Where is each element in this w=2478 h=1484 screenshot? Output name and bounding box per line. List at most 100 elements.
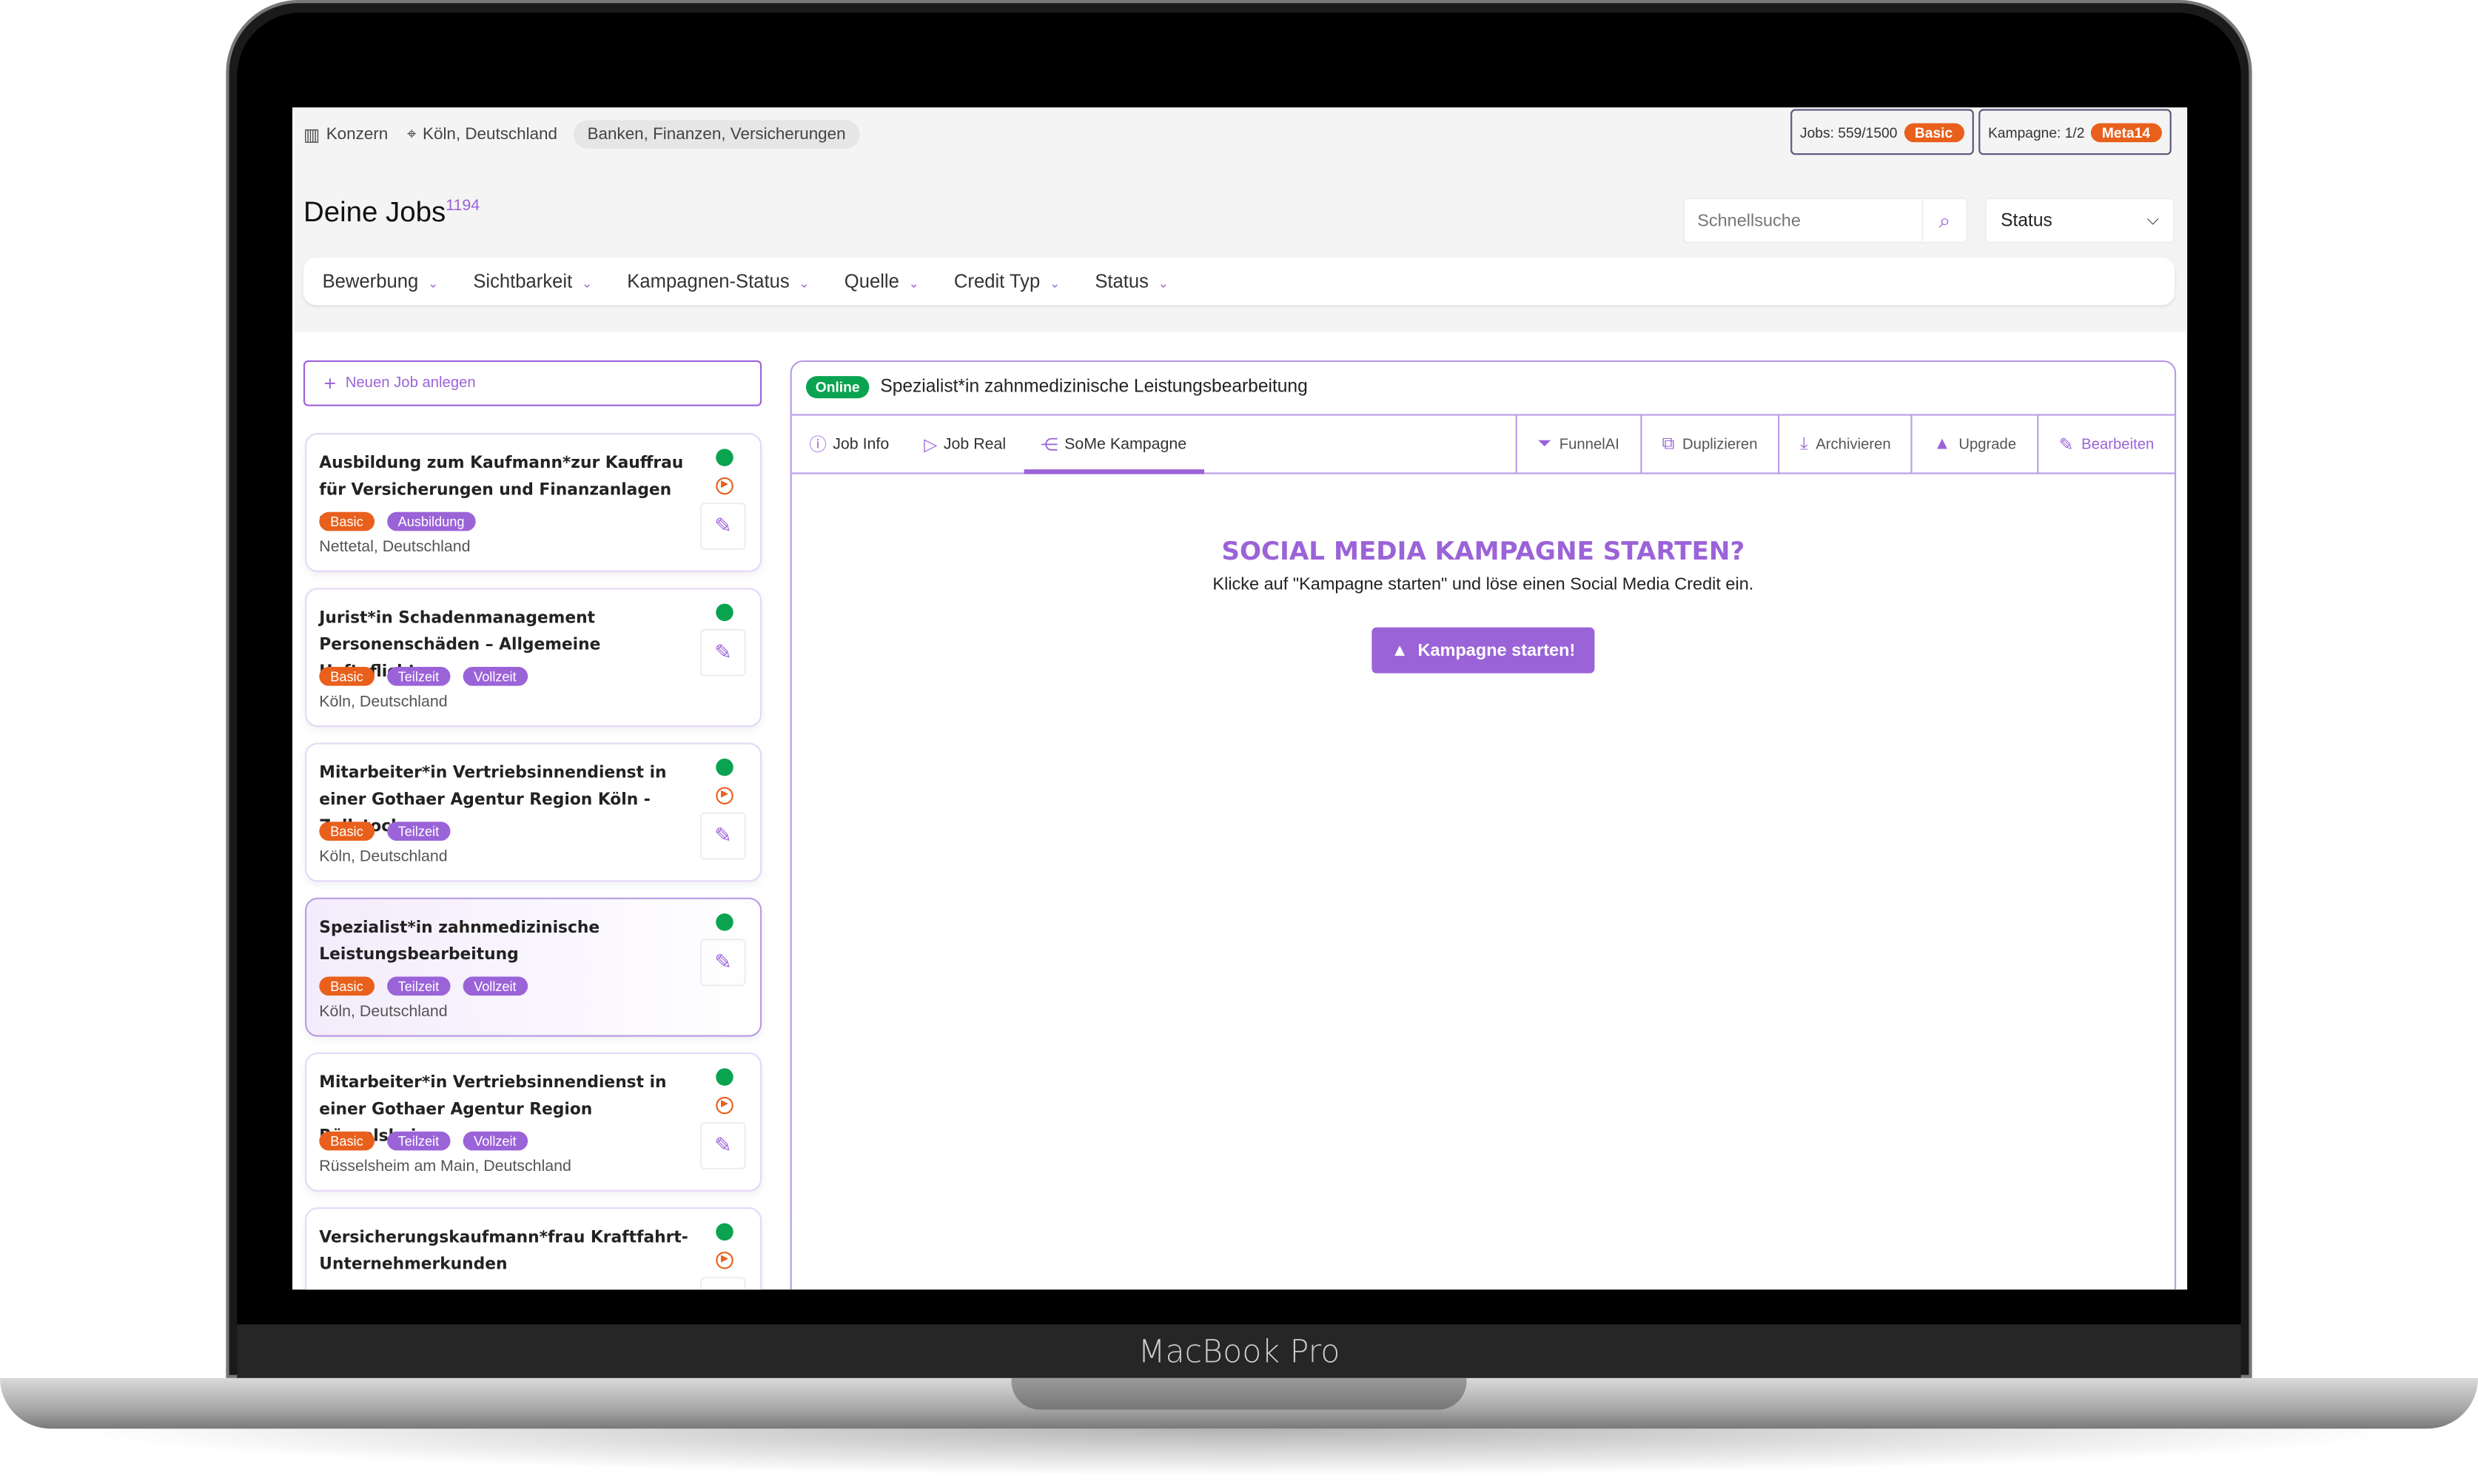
edit-job-button[interactable]: ✎ — [699, 502, 746, 551]
pencil-icon: ✎ — [714, 1288, 731, 1289]
action-label: Duplizieren — [1682, 435, 1758, 453]
job-card[interactable]: Mitarbeiter*in Vertriebsinnendienst in e… — [305, 742, 762, 882]
edit-job-button[interactable]: ✎ — [699, 628, 746, 676]
edit-job-button[interactable]: ✎ — [699, 812, 746, 860]
filter-label: Status — [1095, 270, 1149, 293]
action-label: FunnelAI — [1559, 435, 1619, 453]
pencil-icon: ✎ — [714, 823, 732, 847]
filter-bewerbung[interactable]: Bewerbung ⌄ — [323, 270, 439, 292]
job-location: Köln, Deutschland — [319, 694, 448, 711]
filter-credit-typ[interactable]: Credit Typ ⌄ — [954, 270, 1060, 292]
edit-job-button[interactable]: ✎ — [699, 1121, 746, 1170]
video-icon: ▶ — [716, 1096, 733, 1115]
duplicate-button[interactable]: ⧉ Duplizieren — [1639, 415, 1779, 473]
tab-label: Job Real — [943, 435, 1007, 453]
campaign-empty-state: SOCIAL MEDIA KAMPAGNE STARTEN? Klicke au… — [792, 536, 2175, 674]
chevron-down-icon: ⌄ — [582, 276, 593, 291]
tab-some-kampagne[interactable]: ⋲ SoMe Kampagne — [1023, 416, 1205, 474]
plus-icon: + — [323, 371, 336, 395]
start-campaign-label: Kampagne starten! — [1417, 640, 1576, 660]
campaign-plan-badge: Meta14 — [2090, 122, 2162, 142]
rocket-icon: ▲ — [1933, 434, 1951, 454]
video-icon: ▶ — [716, 787, 733, 805]
job-tag: Basic — [319, 511, 375, 531]
job-location: Köln, Deutschland — [319, 848, 448, 867]
jobs-quota[interactable]: Jobs: 559/1500 Basic — [1790, 109, 1973, 155]
chevron-down-icon: ⌄ — [799, 276, 810, 291]
detail-title: Spezialist*in zahnmedizinische Leistungs… — [880, 377, 1308, 397]
chevron-down-icon: ⌄ — [1050, 276, 1061, 291]
job-location: Nettetal, Deutschland — [319, 539, 471, 557]
start-campaign-button[interactable]: ▲ Kampagne starten! — [1371, 627, 1594, 674]
job-tags: Basic Teilzeit Vollzeit — [319, 1131, 528, 1151]
job-card[interactable]: Jurist*in Schadenmanagement Personenschä… — [305, 588, 762, 728]
search-input[interactable] — [1685, 211, 1922, 230]
online-status-dot — [716, 913, 733, 931]
app-screen: ▥ Konzern ⌖ Köln, Deutschland Banken, Fi… — [292, 107, 2188, 1290]
job-tags: Basic Teilzeit — [319, 822, 451, 841]
chevron-down-icon: ⌄ — [1158, 276, 1169, 291]
detail-tabs: ⓘ Job Info ▷ Job Real ⋲ SoMe Kampagne ⏷ Funn… — [791, 414, 2175, 474]
quick-search: ⌕ — [1682, 197, 1968, 244]
company-type: Konzern — [326, 124, 389, 144]
device-label: MacBook Pro — [1138, 1332, 1340, 1371]
status-select[interactable]: Status ⌵ — [1984, 197, 2175, 244]
job-tag: Vollzeit — [463, 976, 528, 996]
tab-job-info[interactable]: ⓘ Job Info — [792, 416, 907, 473]
campaign-quota-label: Kampagne: 1/2 — [1988, 124, 2085, 140]
info-icon: ⓘ — [809, 436, 827, 455]
edit-job-button[interactable]: ✎ — [699, 1277, 746, 1290]
action-label: Archivieren — [1816, 435, 1891, 453]
new-job-button[interactable]: + Neuen Job anlegen — [303, 360, 762, 406]
online-status-dot — [716, 449, 733, 466]
page-title: Deine Jobs1194 — [303, 196, 480, 229]
tab-label: Job Info — [833, 435, 890, 453]
pencil-icon: ✎ — [714, 639, 732, 664]
status-badge: Online — [805, 376, 870, 399]
page-title-text: Deine Jobs — [303, 195, 446, 228]
filter-quelle[interactable]: Quelle ⌄ — [845, 270, 919, 292]
online-status-dot — [716, 758, 733, 776]
search-icon[interactable]: ⌕ — [1921, 199, 1966, 242]
laptop-notch — [1011, 1377, 1467, 1410]
job-card[interactable]: Mitarbeiter*in Vertriebsinnendienst in e… — [305, 1052, 762, 1192]
filter-sichtbarkeit[interactable]: Sichtbarkeit ⌄ — [473, 270, 592, 292]
chevron-down-icon: ⌵ — [2146, 212, 2159, 229]
job-tag: Basic — [319, 822, 375, 841]
upgrade-button[interactable]: ▲ Upgrade — [1911, 415, 2036, 473]
filter-label: Credit Typ — [953, 270, 1041, 293]
job-tag: Teilzeit — [386, 667, 451, 686]
job-tag: Ausbildung — [386, 511, 476, 531]
job-detail-panel: Online Spezialist*in zahnmedizinische Le… — [790, 360, 2177, 1290]
campaign-quota[interactable]: Kampagne: 1/2 Meta14 — [1978, 109, 2171, 155]
video-icon: ▶ — [716, 477, 733, 495]
company-meta: ▥ Konzern ⌖ Köln, Deutschland Banken, Fi… — [303, 120, 860, 149]
filter-kampagnen-status[interactable]: Kampagnen-Status ⌄ — [627, 270, 809, 292]
video-icon: ▶ — [716, 1252, 733, 1269]
online-status-dot — [716, 603, 733, 622]
filter-bar: Bewerbung ⌄ Sichtbarkeit ⌄ Kampagnen-Status ⌄… — [303, 258, 2175, 306]
tab-label: SoMe Kampagne — [1064, 435, 1187, 453]
filter-status[interactable]: Status ⌄ — [1095, 270, 1169, 292]
job-card[interactable]: Versicherungskaufmann*frau Kraftfahrt-Un… — [305, 1207, 762, 1290]
share-icon: ⋲ — [1041, 435, 1058, 454]
status-select-value: Status — [2001, 211, 2052, 230]
funnelai-button[interactable]: ⏷ FunnelAI — [1515, 415, 1639, 473]
edit-job-button[interactable]: ✎ — [699, 939, 746, 987]
download-icon: ⤓ — [1800, 434, 1808, 453]
campaign-heading: SOCIAL MEDIA KAMPAGNE STARTEN? — [1221, 535, 1745, 566]
filter-label: Kampagnen-Status — [627, 270, 790, 293]
jobs-quota-label: Jobs: 559/1500 — [1799, 124, 1898, 140]
jobs-plan-badge: Basic — [1903, 122, 1964, 142]
job-card[interactable]: Ausbildung zum Kaufmann*zur Kauffrau für… — [305, 433, 762, 572]
edit-button[interactable]: ✎ Bearbeiten — [2036, 415, 2175, 473]
job-tag: Teilzeit — [386, 976, 451, 996]
tab-job-real[interactable]: ▷ Job Real — [907, 416, 1024, 473]
archive-button[interactable]: ⤓ Archivieren — [1778, 415, 1911, 473]
location-pin-icon: ⌖ — [406, 124, 417, 144]
job-tag: Vollzeit — [463, 1131, 528, 1151]
play-circle-icon: ▷ — [924, 435, 938, 454]
online-status-dot — [716, 1223, 733, 1241]
job-location: Rüsselsheim am Main, Deutschland — [319, 1158, 571, 1176]
job-card[interactable]: Spezialist*in zahnmedizinische Leistungs… — [305, 897, 762, 1037]
